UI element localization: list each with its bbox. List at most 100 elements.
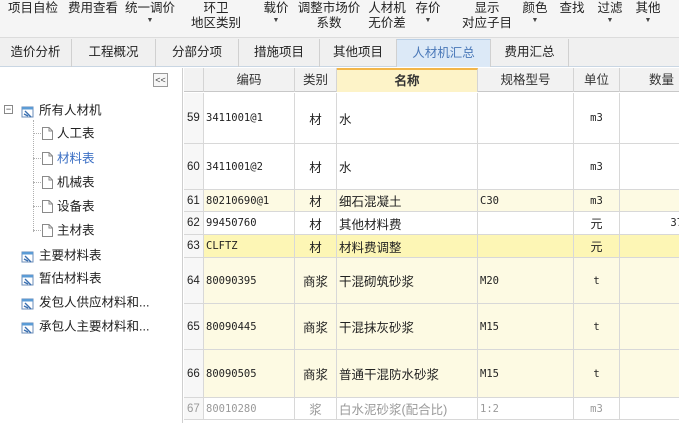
spec-cell[interactable]: M15 (478, 350, 574, 397)
type-cell[interactable]: 材 (295, 93, 337, 143)
tree-item-all-materials[interactable]: 所有人材机 (21, 100, 102, 120)
table-row[interactable]: 603411001@2材水 m31. (184, 144, 679, 190)
table-row[interactable]: 6180210690@1材细石混凝土C30m34.7 (184, 190, 679, 212)
type-cell[interactable]: 材 (295, 190, 337, 211)
name-cell[interactable]: 水 (337, 144, 478, 189)
spec-cell[interactable]: C30 (478, 190, 574, 211)
project-self-check-button[interactable]: 项目自检 (4, 1, 62, 37)
tree-item-material-table[interactable]: 材料表 (42, 148, 95, 168)
show-corresponding-items-button[interactable]: 显示 对应子目 (459, 1, 515, 37)
unit-cell[interactable]: m3 (574, 93, 620, 143)
tab-sub-items[interactable]: 分部分项 (156, 39, 239, 67)
tree-item-labor-table[interactable]: 人工表 (42, 123, 95, 143)
type-cell[interactable]: 浆 (295, 398, 337, 419)
code-cell[interactable]: CLFTZ (204, 235, 295, 257)
name-cell[interactable]: 干混抹灰砂浆 (337, 304, 478, 349)
name-cell[interactable]: 普通干混防水砂浆 (337, 350, 478, 397)
type-cell[interactable]: 商浆 (295, 258, 337, 303)
unit-cell[interactable]: t (574, 258, 620, 303)
header-spec[interactable]: 规格型号 (478, 68, 574, 92)
tab-other-items[interactable]: 其他项目 (320, 39, 397, 67)
code-cell[interactable]: 99450760 (204, 212, 295, 234)
table-row[interactable]: 593411001@1材水 m30.4 (184, 93, 679, 144)
quantity-cell[interactable]: 3.4 (620, 258, 679, 303)
table-row[interactable]: 63CLFTZ材材料费调整 元0.2 (184, 235, 679, 258)
unified-price-adjust-button[interactable]: 统一调价 ▼ (123, 1, 177, 37)
filter-button[interactable]: 过滤 ▼ (594, 1, 626, 37)
code-cell[interactable]: 80090505 (204, 350, 295, 397)
header-name[interactable]: 名称 (337, 68, 478, 92)
header-quantity[interactable]: 数量 (620, 68, 679, 92)
table-row[interactable]: 6580090445商浆干混抹灰砂浆M15t1.0 (184, 304, 679, 350)
code-cell[interactable]: 80090395 (204, 258, 295, 303)
spec-cell[interactable] (478, 93, 574, 143)
tab-labor-material-summary[interactable]: 人材机汇总 (397, 39, 491, 67)
name-cell[interactable]: 水 (337, 93, 478, 143)
spec-cell[interactable] (478, 144, 574, 189)
tree-item-machinery-table[interactable]: 机械表 (42, 172, 95, 192)
tree-expander-icon[interactable]: − (4, 105, 13, 114)
code-cell[interactable]: 80210690@1 (204, 190, 295, 211)
no-price-difference-button[interactable]: 人材机 无价差 (364, 1, 410, 37)
header-code[interactable]: 编码 (204, 68, 295, 92)
type-cell[interactable]: 材 (295, 235, 337, 257)
tab-fee-summary[interactable]: 费用汇总 (491, 39, 569, 67)
table-row[interactable]: 6680090505商浆普通干混防水砂浆M15t1.2 (184, 350, 679, 398)
unit-cell[interactable]: t (574, 304, 620, 349)
tree-item-provisional-materials[interactable]: 暂估材料表 (21, 268, 102, 288)
save-price-button[interactable]: 存价 ▼ (411, 1, 445, 37)
code-cell[interactable]: 3411001@1 (204, 93, 295, 143)
quantity-cell[interactable]: 0.0 (620, 398, 679, 419)
other-button[interactable]: 其他 ▼ (632, 1, 664, 37)
quantity-cell[interactable]: 1.2 (620, 350, 679, 397)
table-row[interactable]: 6780010280浆白水泥砂浆(配合比)1:2m30.0 (184, 398, 679, 420)
type-cell[interactable]: 材 (295, 212, 337, 234)
name-cell[interactable]: 其他材料费 (337, 212, 478, 234)
unit-cell[interactable]: t (574, 350, 620, 397)
type-cell[interactable]: 商浆 (295, 304, 337, 349)
header-unit[interactable]: 单位 (574, 68, 620, 92)
name-cell[interactable]: 干混砌筑砂浆 (337, 258, 478, 303)
collapse-panel-button[interactable]: << (153, 73, 168, 87)
name-cell[interactable]: 细石混凝土 (337, 190, 478, 211)
name-cell[interactable]: 材料费调整 (337, 235, 478, 257)
tree-item-contractor-main-materials[interactable]: 承包人主要材料和... (21, 316, 149, 336)
spec-cell[interactable] (478, 212, 574, 234)
unit-cell[interactable]: 元 (574, 212, 620, 234)
quantity-cell[interactable]: 375.6 (620, 212, 679, 234)
unit-cell[interactable]: m3 (574, 144, 620, 189)
unit-cell[interactable]: m3 (574, 190, 620, 211)
code-cell[interactable]: 3411001@2 (204, 144, 295, 189)
spec-cell[interactable]: M15 (478, 304, 574, 349)
spec-cell[interactable]: 1:2 (478, 398, 574, 419)
tree-item-main-material-table[interactable]: 主材表 (42, 220, 95, 240)
type-cell[interactable]: 商浆 (295, 350, 337, 397)
quantity-cell[interactable]: 4.7 (620, 190, 679, 211)
tab-project-overview[interactable]: 工程概况 (72, 39, 156, 67)
code-cell[interactable]: 80010280 (204, 398, 295, 419)
tree-item-employer-supplied-materials[interactable]: 发包人供应材料和... (21, 292, 149, 312)
unit-cell[interactable]: m3 (574, 398, 620, 419)
tree-item-major-materials[interactable]: 主要材料表 (21, 245, 102, 265)
load-price-button[interactable]: 载价 ▼ (258, 1, 294, 37)
tab-measure-items[interactable]: 措施项目 (239, 39, 320, 67)
spec-cell[interactable]: M20 (478, 258, 574, 303)
quantity-cell[interactable]: 1.0 (620, 304, 679, 349)
table-row[interactable]: 6299450760材其他材料费 元375.6 (184, 212, 679, 235)
tab-cost-analysis[interactable]: 造价分析 (0, 39, 72, 67)
tree-item-equipment-table[interactable]: 设备表 (42, 196, 95, 216)
fee-view-button[interactable]: 费用查看 (64, 1, 122, 37)
color-button[interactable]: 颜色 ▼ (519, 1, 551, 37)
spec-cell[interactable] (478, 235, 574, 257)
adjust-market-price-coefficient-button[interactable]: 调整市场价 系数 (296, 1, 362, 37)
region-category-button[interactable]: 环卫 地区类别 (188, 1, 244, 37)
unit-cell[interactable]: 元 (574, 235, 620, 257)
quantity-cell[interactable]: 1. (620, 144, 679, 189)
header-type[interactable]: 类别 (295, 68, 337, 92)
table-row[interactable]: 6480090395商浆干混砌筑砂浆M20t3.4 (184, 258, 679, 304)
find-button[interactable]: 查找 (557, 1, 587, 37)
name-cell[interactable]: 白水泥砂浆(配合比) (337, 398, 478, 419)
quantity-cell[interactable]: 0.4 (620, 93, 679, 143)
quantity-cell[interactable]: 0.2 (620, 235, 679, 257)
type-cell[interactable]: 材 (295, 144, 337, 189)
